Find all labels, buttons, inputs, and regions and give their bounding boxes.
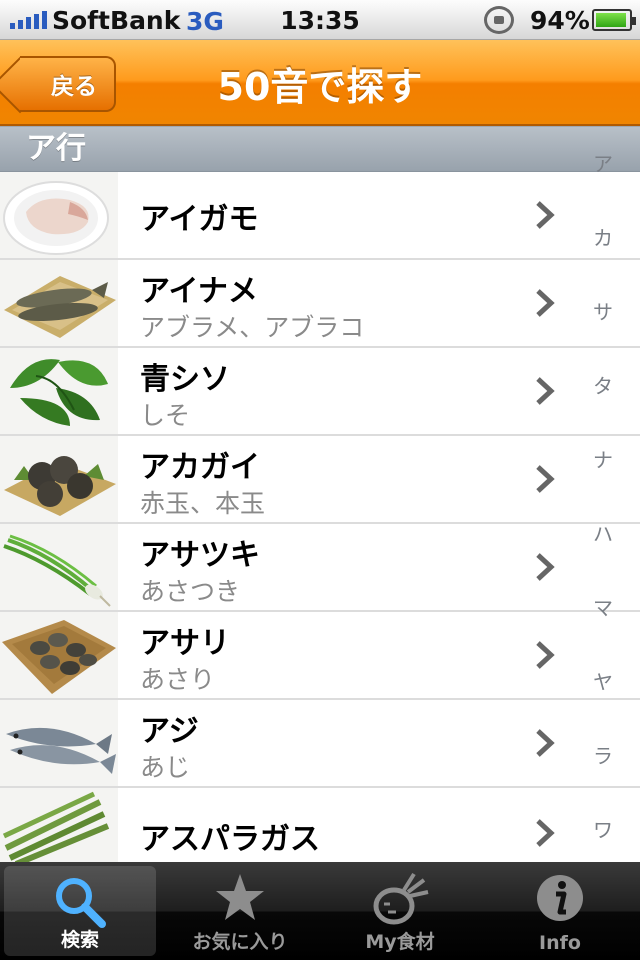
chevron-right-icon [536, 201, 555, 229]
item-name: 青シソ [140, 362, 230, 397]
item-alias: 赤玉、本玉 [140, 489, 266, 518]
battery-icon [592, 9, 636, 31]
back-button-container: 戻る [10, 40, 120, 126]
item-name: アスパラガス [140, 822, 320, 857]
navigation-bar: 戻る 50音で探す [0, 40, 640, 126]
food-list: アイガモ アイナメ アブラメ、アブラコ 青シソ しそ アカガイ 赤玉、本玉 アサ… [0, 172, 640, 864]
star-icon [216, 874, 264, 920]
item-alias: あさつき [140, 577, 241, 606]
asparagus-thumbnail [0, 788, 118, 864]
horse-mackerel-thumbnail [0, 700, 118, 786]
index-item[interactable]: ア [580, 148, 626, 222]
list-item[interactable]: アスパラガス [0, 788, 640, 864]
index-item[interactable]: ハ [580, 518, 626, 592]
list-item[interactable]: アジ あじ [0, 700, 640, 788]
list-item[interactable]: アサツキ あさつき [0, 524, 640, 612]
search-icon [56, 878, 106, 928]
tab-favorites[interactable]: お気に入り [160, 862, 320, 960]
battery-percentage: 94% [530, 6, 590, 35]
list-item[interactable]: アサリ あさり [0, 612, 640, 700]
item-alias: しそ [140, 401, 191, 430]
rotation-lock-icon [484, 6, 514, 34]
item-alias: あさり [140, 665, 216, 694]
info-icon [537, 875, 583, 921]
section-index[interactable]: ア カ サ タ ナ ハ マ ヤ ラ ワ [580, 148, 626, 888]
index-item[interactable]: カ [580, 222, 626, 296]
back-button[interactable]: 戻る [20, 56, 116, 112]
list-item[interactable]: アカガイ 赤玉、本玉 [0, 436, 640, 524]
item-name: アサツキ [140, 538, 260, 573]
index-item[interactable]: ヤ [580, 666, 626, 740]
duck-meat-thumbnail [0, 172, 118, 258]
fish-thumbnail [0, 260, 118, 346]
vegetable-icon [373, 872, 429, 925]
index-item[interactable]: ラ [580, 740, 626, 814]
index-item[interactable]: タ [580, 370, 626, 444]
index-item[interactable]: サ [580, 296, 626, 370]
index-item[interactable]: ナ [580, 444, 626, 518]
item-name: アカガイ [140, 450, 260, 485]
chevron-right-icon [536, 819, 555, 847]
item-name: アサリ [140, 626, 230, 661]
chives-thumbnail [0, 524, 118, 610]
chevron-right-icon [536, 641, 555, 669]
battery-fill [596, 13, 627, 27]
list-item[interactable]: アイガモ [0, 172, 640, 260]
item-name: アイナメ [140, 274, 258, 309]
asari-basket-thumbnail [0, 612, 118, 698]
status-bar: SoftBank 3G 13:35 94% [0, 0, 640, 40]
tab-my-ingredients[interactable]: My食材 [320, 862, 480, 960]
chevron-right-icon [536, 289, 555, 317]
clams-thumbnail [0, 436, 118, 522]
chevron-right-icon [536, 729, 555, 757]
tab-label: 検索 [60, 929, 99, 951]
chevron-right-icon [536, 465, 555, 493]
chevron-right-icon [536, 553, 555, 581]
tab-bar: 検索 お気に入り My食材 Info [0, 862, 640, 960]
item-alias: あじ [140, 753, 191, 782]
shiso-leaves-thumbnail [0, 348, 118, 434]
tab-label: お気に入り [192, 931, 288, 953]
list-item[interactable]: アイナメ アブラメ、アブラコ [0, 260, 640, 348]
item-name: アイガモ [140, 202, 259, 237]
list-item[interactable]: 青シソ しそ [0, 348, 640, 436]
tab-search[interactable]: 検索 [4, 866, 156, 956]
item-alias: アブラメ、アブラコ [140, 313, 365, 342]
chevron-right-icon [536, 377, 555, 405]
index-item[interactable]: マ [580, 592, 626, 666]
section-header: ア行 [0, 126, 640, 172]
tab-label: My食材 [365, 931, 435, 953]
tab-label: Info [539, 932, 581, 954]
item-name: アジ [140, 714, 199, 749]
tab-info[interactable]: Info [480, 862, 640, 960]
